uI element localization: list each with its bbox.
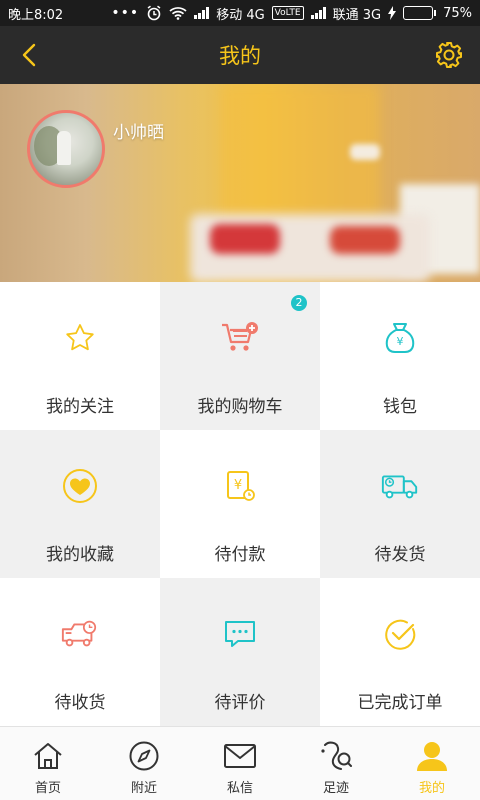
nav-label: 首页 [34, 781, 61, 796]
mail-icon [223, 739, 257, 773]
delivery-truck-icon [380, 466, 420, 506]
signal-icon-2 [310, 7, 326, 19]
receive-truck-icon [60, 614, 100, 654]
page-title: 我的 [219, 44, 261, 68]
carrier-1: 移动 4G [216, 7, 265, 23]
nav-item-nearby[interactable]: 附近 [96, 727, 192, 800]
gear-icon[interactable] [434, 40, 464, 70]
grid-item-label: 我的关注 [46, 397, 114, 417]
header: 我的 [0, 26, 480, 84]
banner-pillow [330, 226, 400, 254]
grid-item-pending-shipment[interactable]: 待发货 [320, 430, 480, 578]
more-notifications-icon: ••• [111, 5, 140, 21]
carrier-2: 联通 3G [332, 7, 382, 23]
nav-item-mine[interactable]: 我的 [384, 727, 480, 800]
star-icon [60, 318, 100, 358]
grid-item-label: 钱包 [383, 397, 417, 417]
avatar[interactable] [27, 110, 105, 188]
grid-item-favorites[interactable]: 我的收藏 [0, 430, 160, 578]
payment-pending-icon: ¥ [220, 466, 260, 506]
charging-icon [388, 6, 397, 20]
grid-item-label: 待发货 [374, 545, 426, 565]
footprint-icon [319, 739, 353, 773]
avatar-figure [57, 131, 72, 165]
nav-label: 私信 [226, 781, 253, 796]
grid-item-label: 已完成订单 [357, 693, 443, 713]
signal-icon [194, 7, 210, 19]
grid-item-pending-receipt[interactable]: 待收货 [0, 578, 160, 726]
banner-lamp [350, 144, 380, 160]
grid-item-following[interactable]: 我的关注 [0, 282, 160, 430]
grid-item-label: 待收货 [54, 693, 106, 713]
grid-item-pending-payment[interactable]: ¥ 待付款 [160, 430, 320, 578]
banner-pillow [210, 224, 280, 254]
nav-label: 我的 [418, 781, 445, 796]
back-icon[interactable] [14, 40, 44, 70]
svg-text:¥: ¥ [234, 478, 242, 493]
home-icon [31, 739, 65, 773]
nav-item-messages[interactable]: 私信 [192, 727, 288, 800]
money-bag-icon: ¥ [380, 318, 420, 358]
svg-text:¥: ¥ [397, 335, 404, 348]
battery-percent: 75% [443, 5, 472, 21]
grid-item-cart[interactable]: 2 我的购物车 [160, 282, 320, 430]
grid-item-label: 待评价 [214, 693, 266, 713]
username[interactable]: 小帅晒 [113, 118, 164, 143]
nav-item-footprints[interactable]: 足迹 [288, 727, 384, 800]
status-time: 晚上8:02 [8, 7, 64, 23]
grid-item-wallet[interactable]: ¥ 钱包 [320, 282, 480, 430]
grid-item-label: 我的收藏 [46, 545, 114, 565]
nav-label: 足迹 [322, 781, 349, 796]
menu-grid: 我的关注 2 我的购物车 ¥ 钱包 我的收藏 ¥ 待付款 待发货 待收货 待评价… [0, 282, 480, 726]
cart-badge: 2 [291, 295, 307, 311]
grid-item-completed-orders[interactable]: 已完成订单 [320, 578, 480, 726]
bottom-nav: 首页 附近 私信 足迹 我的 [0, 726, 480, 800]
status-icons: ••• 移动 4G VoLTE 联通 3G 75% [111, 4, 472, 23]
nav-label: 附近 [130, 781, 157, 796]
grid-item-label: 我的购物车 [197, 397, 283, 417]
status-bar: 晚上8:02 ••• 移动 4G VoLTE 联通 3G 75% [0, 0, 480, 26]
volte-badge: VoLTE [271, 6, 304, 20]
battery-icon [403, 6, 437, 20]
user-icon [415, 739, 449, 773]
alarm-icon [147, 5, 161, 21]
grid-item-pending-review[interactable]: 待评价 [160, 578, 320, 726]
wifi-icon [169, 7, 187, 20]
heart-icon [60, 466, 100, 506]
shopping-cart-icon [220, 318, 260, 358]
grid-item-label: 待付款 [214, 545, 266, 565]
comment-icon [220, 614, 260, 654]
check-circle-icon [380, 614, 420, 654]
compass-icon [127, 739, 161, 773]
nav-item-home[interactable]: 首页 [0, 727, 96, 800]
